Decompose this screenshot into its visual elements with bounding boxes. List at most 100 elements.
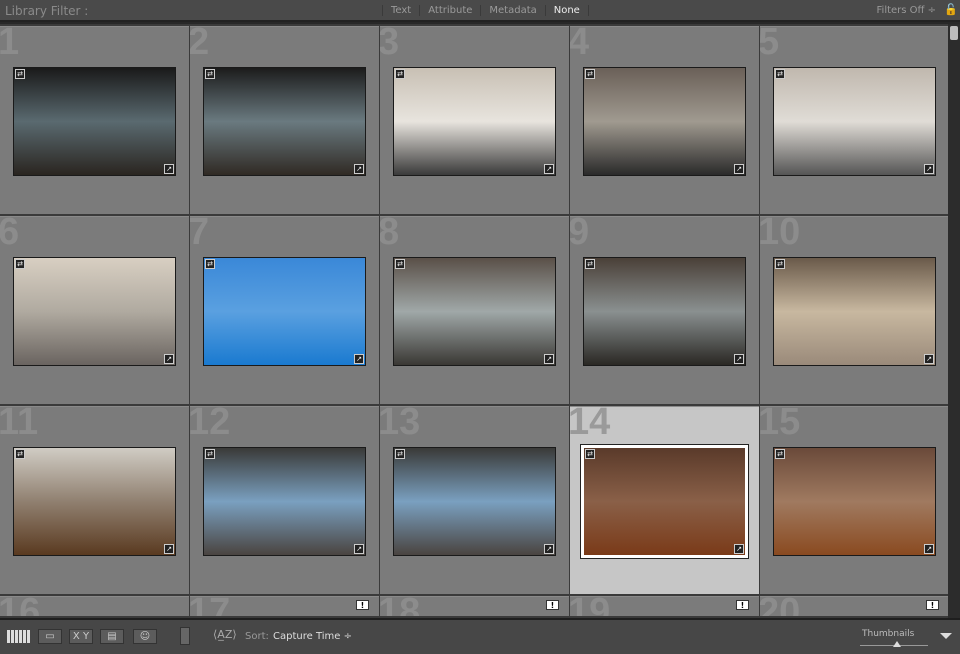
photo-thumbnail[interactable]: ⇄ ↗ bbox=[580, 444, 749, 559]
grid-cell-4[interactable]: 4 ⇄ ↗ bbox=[570, 26, 759, 214]
develop-adjusted-icon[interactable]: ⇄ bbox=[585, 69, 595, 79]
develop-adjusted-icon[interactable]: ⇄ bbox=[395, 259, 405, 269]
photo-thumbnail[interactable]: ⇄ ↗ bbox=[13, 447, 176, 556]
develop-adjusted-icon[interactable]: ⇄ bbox=[15, 449, 25, 459]
grid-cell-13[interactable]: 13 ⇄ ↗ bbox=[380, 406, 569, 594]
develop-adjusted-icon[interactable]: ⇄ bbox=[395, 449, 405, 459]
photo-thumbnail[interactable]: ⇄ ↗ bbox=[773, 257, 936, 366]
develop-adjusted-icon[interactable]: ⇄ bbox=[205, 449, 215, 459]
missing-file-warning-icon[interactable]: ! bbox=[926, 600, 939, 610]
toolbar-menu-arrow-icon[interactable] bbox=[940, 633, 952, 639]
people-view-button[interactable]: ☺ bbox=[133, 629, 157, 644]
grid-cell-10[interactable]: 10 ⇄ ↗ bbox=[760, 216, 948, 404]
edit-badge-icon[interactable]: ↗ bbox=[924, 544, 934, 554]
missing-file-warning-icon[interactable]: ! bbox=[736, 600, 749, 610]
loupe-view-button[interactable]: ▭ bbox=[38, 629, 62, 644]
cell-index-number: 18 bbox=[380, 597, 420, 616]
edit-badge-icon[interactable]: ↗ bbox=[164, 544, 174, 554]
painter-spray-icon[interactable] bbox=[180, 627, 190, 645]
survey-view-button[interactable]: ▤ bbox=[100, 629, 124, 644]
sort-dropdown[interactable]: Capture Time ÷ bbox=[273, 631, 352, 642]
photo-thumbnail[interactable]: ⇄ ↗ bbox=[393, 447, 556, 556]
grid-cell-7[interactable]: 7 ⇄ ↗ bbox=[190, 216, 379, 404]
cell-index-number: 11 bbox=[0, 406, 39, 443]
photo-thumbnail[interactable]: ⇄ ↗ bbox=[393, 67, 556, 176]
compare-view-button[interactable]: X Y bbox=[69, 629, 93, 644]
sort-label: Sort: bbox=[245, 631, 269, 642]
filter-tab-metadata[interactable]: Metadata bbox=[480, 5, 544, 16]
thumbnails-label: Thumbnails bbox=[862, 629, 915, 639]
sort-direction-icon[interactable]: ⟨A̲Z⟩ bbox=[213, 628, 237, 641]
develop-adjusted-icon[interactable]: ⇄ bbox=[15, 259, 25, 269]
cell-index-number: 2 bbox=[190, 26, 210, 63]
develop-adjusted-icon[interactable]: ⇄ bbox=[775, 69, 785, 79]
develop-adjusted-icon[interactable]: ⇄ bbox=[205, 69, 215, 79]
grid-cell-15[interactable]: 15 ⇄ ↗ bbox=[760, 406, 948, 594]
edit-badge-icon[interactable]: ↗ bbox=[354, 544, 364, 554]
photo-thumbnail[interactable]: ⇄ ↗ bbox=[203, 447, 366, 556]
photo-thumbnail[interactable]: ⇄ ↗ bbox=[393, 257, 556, 366]
grid-cell-12[interactable]: 12 ⇄ ↗ bbox=[190, 406, 379, 594]
cell-index-number: 8 bbox=[380, 216, 400, 253]
edit-badge-icon[interactable]: ↗ bbox=[544, 164, 554, 174]
grid-cell-1[interactable]: 1 ⇄ ↗ bbox=[0, 26, 189, 214]
grid-cell-20[interactable]: 20 bbox=[760, 596, 948, 616]
cell-index-number: 14 bbox=[570, 406, 611, 443]
edit-badge-icon[interactable]: ↗ bbox=[354, 354, 364, 364]
edit-badge-icon[interactable]: ↗ bbox=[734, 354, 744, 364]
filter-tab-attribute[interactable]: Attribute bbox=[419, 5, 480, 16]
scrollbar-thumb[interactable] bbox=[950, 26, 958, 40]
grid-cell-19[interactable]: 19 bbox=[570, 596, 759, 616]
filters-off-dropdown[interactable]: Filters Off ÷ bbox=[877, 5, 936, 16]
edit-badge-icon[interactable]: ↗ bbox=[734, 544, 744, 554]
develop-adjusted-icon[interactable]: ⇄ bbox=[585, 259, 595, 269]
develop-adjusted-icon[interactable]: ⇄ bbox=[585, 449, 595, 459]
develop-adjusted-icon[interactable]: ⇄ bbox=[775, 449, 785, 459]
photo-thumbnail[interactable]: ⇄ ↗ bbox=[13, 67, 176, 176]
survey-icon: ▤ bbox=[107, 631, 117, 642]
lock-icon[interactable]: 🔓 bbox=[944, 3, 958, 17]
grid-scrollbar[interactable] bbox=[948, 24, 960, 618]
photo-thumbnail[interactable]: ⇄ ↗ bbox=[203, 257, 366, 366]
grid-cell-14[interactable]: 14 ⇄ ↗ bbox=[570, 406, 759, 594]
edit-badge-icon[interactable]: ↗ bbox=[734, 164, 744, 174]
filter-tab-text[interactable]: Text bbox=[382, 5, 419, 16]
edit-badge-icon[interactable]: ↗ bbox=[164, 354, 174, 364]
photo-thumbnail[interactable]: ⇄ ↗ bbox=[583, 257, 746, 366]
edit-badge-icon[interactable]: ↗ bbox=[544, 544, 554, 554]
grid-cell-2[interactable]: 2 ⇄ ↗ bbox=[190, 26, 379, 214]
cell-index-number: 5 bbox=[760, 26, 780, 63]
edit-badge-icon[interactable]: ↗ bbox=[544, 354, 554, 364]
photo-thumbnail[interactable]: ⇄ ↗ bbox=[773, 67, 936, 176]
photo-thumbnail[interactable]: ⇄ ↗ bbox=[773, 447, 936, 556]
grid-cell-3[interactable]: 3 ⇄ ↗ bbox=[380, 26, 569, 214]
grid-cell-6[interactable]: 6 ⇄ ↗ bbox=[0, 216, 189, 404]
slider-knob[interactable] bbox=[893, 641, 901, 647]
edit-badge-icon[interactable]: ↗ bbox=[924, 354, 934, 364]
photo-thumbnail[interactable]: ⇄ ↗ bbox=[583, 67, 746, 176]
cell-index-number: 7 bbox=[190, 216, 210, 253]
thumbnail-grid: 1 ⇄ ↗ 2 ⇄ ↗ 3 ⇄ ↗ 4 ⇄ ↗ 5 ⇄ ↗ 6 ⇄ ↗ 7 ⇄ ↗ 8 ⇄ ↗ 9 ⇄ ↗ 10 ⇄ ↗ 11 ⇄ ↗ 12 ⇄ ↗ 1… bbox=[0, 24, 948, 618]
photo-thumbnail[interactable]: ⇄ ↗ bbox=[203, 67, 366, 176]
grid-cell-5[interactable]: 5 ⇄ ↗ bbox=[760, 26, 948, 214]
grid-cell-9[interactable]: 9 ⇄ ↗ bbox=[570, 216, 759, 404]
missing-file-warning-icon[interactable]: ! bbox=[356, 600, 369, 610]
develop-adjusted-icon[interactable]: ⇄ bbox=[15, 69, 25, 79]
grid-cell-16[interactable]: 16 bbox=[0, 596, 189, 616]
grid-cell-18[interactable]: 18 bbox=[380, 596, 569, 616]
edit-badge-icon[interactable]: ↗ bbox=[164, 164, 174, 174]
missing-file-warning-icon[interactable]: ! bbox=[546, 600, 559, 610]
cell-index-number: 13 bbox=[380, 406, 421, 443]
grid-view-button[interactable] bbox=[7, 630, 31, 643]
edit-badge-icon[interactable]: ↗ bbox=[354, 164, 364, 174]
filter-tab-none[interactable]: None bbox=[544, 5, 589, 16]
grid-cell-8[interactable]: 8 ⇄ ↗ bbox=[380, 216, 569, 404]
develop-adjusted-icon[interactable]: ⇄ bbox=[205, 259, 215, 269]
photo-thumbnail[interactable]: ⇄ ↗ bbox=[13, 257, 176, 366]
cell-index-number: 3 bbox=[380, 26, 400, 63]
grid-cell-11[interactable]: 11 ⇄ ↗ bbox=[0, 406, 189, 594]
develop-adjusted-icon[interactable]: ⇄ bbox=[395, 69, 405, 79]
edit-badge-icon[interactable]: ↗ bbox=[924, 164, 934, 174]
grid-cell-17[interactable]: 17 bbox=[190, 596, 379, 616]
develop-adjusted-icon[interactable]: ⇄ bbox=[775, 259, 785, 269]
